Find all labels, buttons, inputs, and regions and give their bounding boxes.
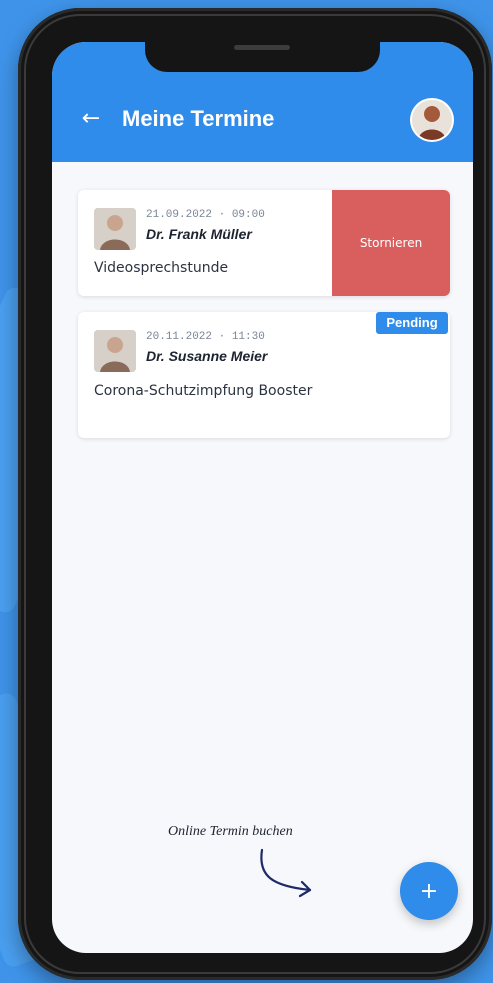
doctor-name: Dr. Frank Müller bbox=[146, 226, 252, 242]
booking-hint: Online Termin buchen bbox=[168, 824, 293, 839]
appointment-reason: Corona-Schutzimpfung Booster bbox=[94, 383, 313, 399]
appointment-date: 21.09.2022 · 09:00 bbox=[146, 209, 265, 221]
doctor-photo bbox=[94, 330, 136, 372]
appointment-date: 20.11.2022 · 11:30 bbox=[146, 331, 265, 343]
page-title: Meine Termine bbox=[122, 106, 275, 131]
arrow-left-icon: ← bbox=[81, 106, 101, 131]
plus-icon: + bbox=[419, 878, 439, 904]
cancel-label: Stornieren bbox=[359, 236, 423, 250]
appointment-card[interactable]: 21.09.2022 · 09:00 Dr. Frank Müller Vide… bbox=[78, 190, 450, 296]
appointment-reason: Videosprechstunde bbox=[94, 260, 229, 276]
add-appointment-button[interactable]: + bbox=[400, 862, 458, 920]
app-screen: ← Meine Termine 21.09.2022 · 09:00 Dr. F… bbox=[52, 42, 473, 953]
phone-speaker bbox=[234, 45, 290, 50]
hint-arrow-icon bbox=[260, 848, 312, 898]
back-button[interactable]: ← bbox=[76, 104, 106, 134]
cancel-button[interactable]: Stornieren bbox=[332, 190, 450, 296]
doctor-photo bbox=[94, 208, 136, 250]
user-avatar-icon[interactable] bbox=[412, 100, 452, 140]
status-badge: Pending bbox=[376, 312, 448, 334]
doctor-name: Dr. Susanne Meier bbox=[146, 348, 268, 364]
